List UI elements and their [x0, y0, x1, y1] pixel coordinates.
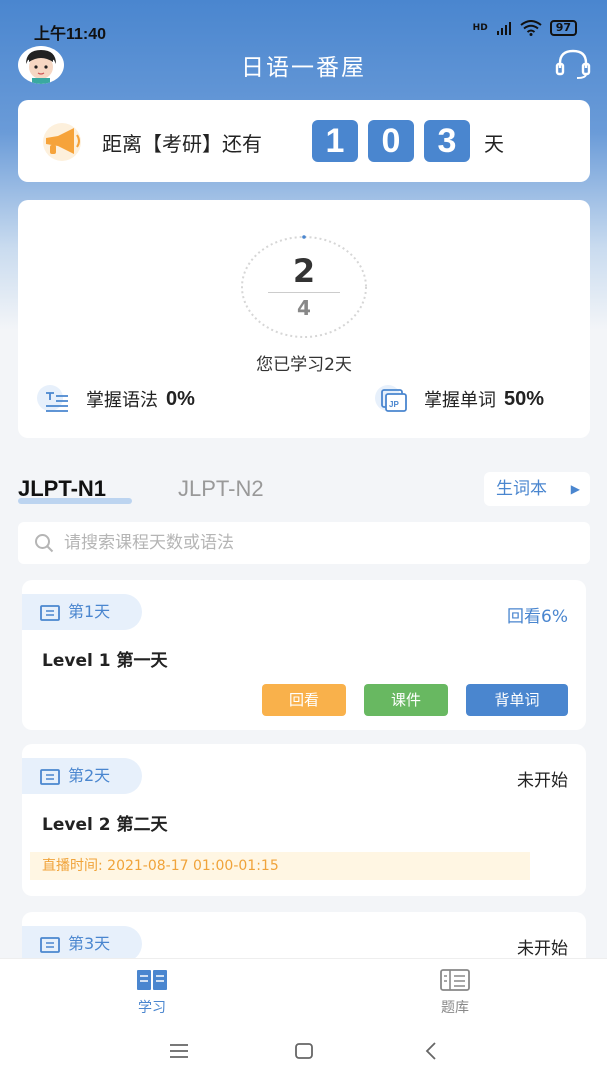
- jp-words-icon: JP: [375, 385, 407, 412]
- nav-study[interactable]: 学习: [102, 967, 202, 1017]
- megaphone-icon: [43, 123, 81, 161]
- nav-study-label: 学习: [138, 1000, 166, 1016]
- level-tabs: JLPT-N1 JLPT-N2 生词本 ▶: [18, 472, 590, 510]
- lesson-title: Level 1 第一天: [42, 651, 168, 671]
- tab-jlpt-n2[interactable]: JLPT-N2: [178, 476, 264, 502]
- study-days-text: 您已学习2天: [256, 355, 352, 375]
- grammar-label: 掌握语法: [86, 390, 158, 411]
- book-icon: [137, 970, 167, 990]
- countdown-unit: 天: [484, 132, 504, 156]
- nav-bank-label: 题库: [441, 1000, 469, 1016]
- status-time: 上午11:40: [34, 26, 107, 43]
- search-icon: [35, 534, 54, 553]
- study-progress-card: 2 4 您已学习2天 掌握语法 0% JP 掌握单词 50%: [18, 200, 590, 438]
- search-bar: [18, 522, 590, 564]
- total-days-count: 4: [297, 296, 311, 320]
- vocab-book-button[interactable]: 生词本 ▶: [484, 472, 590, 506]
- back-icon[interactable]: [420, 1040, 444, 1062]
- countdown-label: 距离【考研】还有: [102, 132, 262, 156]
- grammar-mastery: 掌握语法 0%: [36, 384, 195, 414]
- grammar-icon: [37, 385, 68, 412]
- nav-question-bank[interactable]: 题库: [405, 967, 505, 1017]
- lesson-actions: 回看 课件 背单词: [262, 684, 568, 716]
- calendar-icon: [40, 769, 60, 785]
- ring-divider: [268, 292, 340, 293]
- home-icon[interactable]: [292, 1040, 316, 1062]
- tab-jlpt-n1[interactable]: JLPT-N1: [18, 476, 106, 502]
- grammar-percent: 0%: [166, 387, 195, 410]
- search-input[interactable]: [64, 522, 564, 564]
- menu-icon[interactable]: [167, 1040, 191, 1062]
- studied-days-count: 2: [292, 252, 316, 290]
- exam-countdown-card: 距离【考研】还有 1 0 3 天: [18, 100, 590, 182]
- lesson-status: 未开始: [517, 771, 568, 791]
- countdown-digits: 1 0 3: [312, 120, 470, 162]
- words-percent: 50%: [504, 387, 545, 410]
- calendar-icon: [40, 937, 60, 953]
- svg-text:JP: JP: [389, 400, 399, 409]
- cellular-icon: [496, 22, 511, 35]
- lesson-title: Level 2 第二天: [42, 815, 168, 835]
- chevron-right-icon: ▶: [570, 482, 580, 496]
- lesson-status: 未开始: [517, 939, 568, 959]
- countdown-digit: 0: [368, 120, 414, 162]
- battery-icon: 97: [549, 20, 577, 36]
- live-time: 直播时间: 2021-08-17 01:00-01:15: [30, 852, 530, 880]
- countdown-digit: 1: [312, 120, 358, 162]
- lesson-card[interactable]: 第2天 未开始 Level 2 第二天 直播时间: 2021-08-17 01:…: [22, 744, 586, 896]
- countdown-digit: 3: [424, 120, 470, 162]
- lesson-card[interactable]: 第1天 回看6% Level 1 第一天 回看 课件 背单词: [22, 580, 586, 730]
- system-navigation-bar: [0, 1022, 607, 1080]
- question-bank-icon: [440, 969, 470, 991]
- status-icons: HD 97: [473, 20, 577, 36]
- vocab-book-label: 生词本: [496, 479, 547, 499]
- word-mastery: JP 掌握单词 50%: [374, 384, 544, 414]
- headset-icon[interactable]: [555, 48, 591, 80]
- memorize-words-button[interactable]: 背单词: [466, 684, 568, 716]
- status-bar: 上午11:40 HD 97: [0, 0, 607, 43]
- wifi-icon: [520, 20, 542, 36]
- courseware-button[interactable]: 课件: [364, 684, 448, 716]
- words-label: 掌握单词: [424, 390, 496, 411]
- app-title: 日语一番屋: [241, 55, 366, 81]
- signal-icon: HD: [472, 23, 488, 33]
- lesson-status: 回看6%: [507, 607, 568, 627]
- bottom-nav: 学习 题库: [0, 958, 607, 1022]
- app-header: 日语一番屋: [0, 42, 607, 86]
- review-button[interactable]: 回看: [262, 684, 346, 716]
- calendar-icon: [40, 605, 60, 621]
